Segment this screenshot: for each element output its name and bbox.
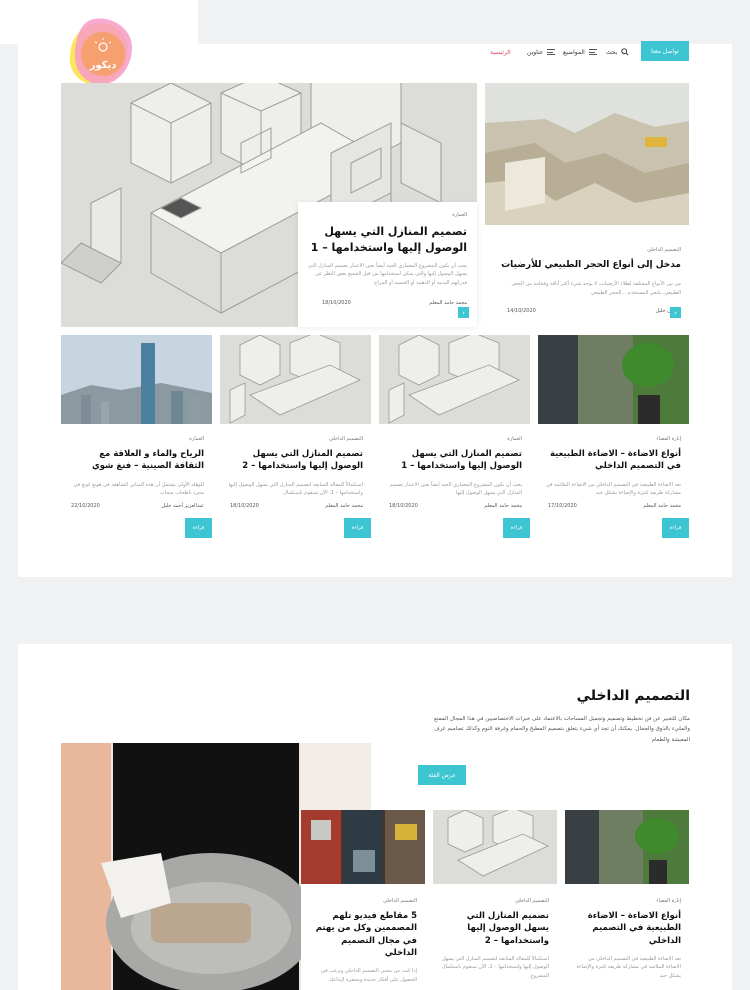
row-card-3-title[interactable]: تصميم المنازل التي يسهل الوصول إليها واس… xyxy=(387,448,522,473)
category-card-3-title[interactable]: أنواع الاضاءة – الاضاءة الطبيعية في التص… xyxy=(573,910,681,947)
category-card-2-title[interactable]: تصميم المنازل التي يسهل الوصول إليها واس… xyxy=(441,910,549,947)
featured-card-1-author[interactable]: محمد حامد المعلم xyxy=(429,300,467,306)
featured-card-2-arrow-button[interactable]: › xyxy=(670,307,681,318)
site-logo[interactable]: ديكور xyxy=(62,14,140,92)
featured-card-2-title[interactable]: مدخل إلى أنواع الحجر الطبيعي للأرضيات xyxy=(493,259,681,272)
featured-card-1[interactable]: العمارة تصميم المنازل التي يسهل الوصول إ… xyxy=(298,202,477,327)
row-card-4-category[interactable]: إنارة الفضاء xyxy=(546,436,681,442)
featured-card-2-date: 14/10/2020 xyxy=(507,308,536,315)
row-card-3-read-button[interactable]: قراءة xyxy=(503,518,530,538)
contact-button[interactable]: تواصل معنا xyxy=(641,41,689,61)
nav-addresses-label: عناوين xyxy=(527,48,544,56)
featured-card-1-arrow-button[interactable]: › xyxy=(458,307,469,318)
section-description: مكان للتعبير عن فن تخطيط وتصميم وتجميل ا… xyxy=(434,716,690,743)
row-card-4-excerpt: تعد الاضاءة الطبيعية في التصميم الداخلي … xyxy=(546,481,681,497)
section-title: التصميم الداخلي xyxy=(576,688,690,704)
featured-card-2-excerpt: من بين الأنواع المختلفة لطلاء الأرضيات، … xyxy=(511,281,681,296)
nav-home[interactable]: الرئيسية xyxy=(490,40,511,64)
menu-icon xyxy=(547,49,556,55)
nav-search[interactable]: بحث xyxy=(606,40,629,64)
category-card-2[interactable]: التصميم الداخلي تصميم المنازل التي يسهل … xyxy=(433,884,557,990)
row-card-3-date: 18/10/2020 xyxy=(389,502,418,509)
featured-card-1-date: 18/10/2020 xyxy=(322,299,351,306)
featured-card-2[interactable]: التصميم الداخلي مدخل إلى أنواع الحجر الط… xyxy=(485,225,689,327)
row-card-1-read-button[interactable]: قراءة xyxy=(185,518,212,538)
featured-image-stone[interactable] xyxy=(485,83,689,225)
category-card-3[interactable]: إنارة الفضاء أنواع الاضاءة – الاضاءة الط… xyxy=(565,884,689,990)
row-card-4-title[interactable]: أنواع الاضاءة – الاضاءة الطبيعية في التص… xyxy=(546,448,681,473)
nav-home-label: الرئيسية xyxy=(490,48,511,56)
nav-topics[interactable]: المواضيع xyxy=(563,40,597,64)
row-card-2-author[interactable]: محمد حامد المعلم xyxy=(325,503,363,509)
row-card-4-date: 17/10/2020 xyxy=(548,502,577,509)
nav-search-label: بحث xyxy=(606,48,618,56)
row-card-2-image[interactable] xyxy=(220,335,371,424)
featured-card-2-category[interactable]: التصميم الداخلي xyxy=(493,247,681,253)
featured-card-1-excerpt: يجب أن يكون المشروع المعماري الجيد أيضاً… xyxy=(308,262,467,286)
nav-addresses[interactable]: عناوين xyxy=(527,40,556,64)
featured-card-1-category[interactable]: العمارة xyxy=(308,212,467,218)
category-card-1-title[interactable]: 5 مقاطع فيديو تلهم المصممين وكل من يهتم … xyxy=(309,910,417,959)
featured-card-2-meta: 14/10/2020 نسرين خليل xyxy=(493,308,681,314)
row-card-3-excerpt: يجب أن يكون المشروع المعماري الجيد أيضاً… xyxy=(389,481,522,497)
category-card-3-image[interactable] xyxy=(565,810,689,884)
row-card-3-image[interactable] xyxy=(379,335,530,424)
nav-topics-label: المواضيع xyxy=(563,48,585,56)
category-card-2-image[interactable] xyxy=(433,810,557,884)
row-card-4-image[interactable] xyxy=(538,335,689,424)
category-card-1-excerpt: إذا كنت من محبي التصميم الداخلي وترغب في… xyxy=(321,968,417,983)
row-card-4-meta: 17/10/2020 محمد حامد المعلم xyxy=(546,503,681,509)
category-card-2-excerpt: استكمالاً للمقالة السابقة لتصميم المنازل… xyxy=(441,955,549,979)
logo-text: ديكور xyxy=(89,60,117,71)
row-card-3-meta: 18/10/2020 محمد حامد المعلم xyxy=(387,503,522,509)
row-card-2-category[interactable]: التصميم الداخلي xyxy=(228,436,363,442)
row-card-1-image[interactable] xyxy=(61,335,212,424)
row-card-1-author[interactable]: عبدالعزيز أحمد خليل xyxy=(161,503,204,509)
category-card-1[interactable]: التصميم الداخلي 5 مقاطع فيديو تلهم المصم… xyxy=(301,884,425,990)
row-card-2-excerpt: استكمالاً للمقالة السابقة لتصميم المنازل… xyxy=(228,481,363,497)
category-card-3-excerpt: تعد الاضاءة الطبيعية في التصميم الداخلي … xyxy=(576,955,681,979)
category-card-1-category[interactable]: التصميم الداخلي xyxy=(309,898,417,904)
row-card-2-date: 18/10/2020 xyxy=(230,502,259,509)
menu-icon xyxy=(588,49,597,55)
category-card-3-category[interactable]: إنارة الفضاء xyxy=(573,898,681,904)
featured-card-1-meta: 18/10/2020 محمد حامد المعلم xyxy=(308,300,467,306)
row-card-2-meta: 18/10/2020 محمد حامد المعلم xyxy=(228,503,363,509)
search-icon xyxy=(621,48,629,56)
row-card-1-date: 22/10/2020 xyxy=(71,502,100,509)
row-card-1-meta: 22/10/2020 عبدالعزيز أحمد خليل xyxy=(69,503,204,509)
category-card-2-category[interactable]: التصميم الداخلي xyxy=(441,898,549,904)
category-card-1-image[interactable] xyxy=(301,810,425,884)
row-card-1-excerpt: للوهلة الأولى يشتمل أن هذه المباني الشاه… xyxy=(73,481,205,497)
view-category-button[interactable]: عرض الفئة xyxy=(418,765,466,785)
row-card-3-author[interactable]: محمد حامد المعلم xyxy=(484,503,522,509)
row-card-1-category[interactable]: العمارة xyxy=(69,436,204,442)
row-card-2-title[interactable]: تصميم المنازل التي يسهل الوصول إليها واس… xyxy=(228,448,363,473)
row-card-1-title[interactable]: الرياح والماء و العلاقة مع الثقافة الصين… xyxy=(69,448,204,473)
featured-card-1-title[interactable]: تصميم المنازل التي يسهل الوصول إليها واس… xyxy=(308,224,467,256)
row-card-4-author[interactable]: محمد حامد المعلم xyxy=(643,503,681,509)
row-card-2-read-button[interactable]: قراءة xyxy=(344,518,371,538)
row-card-4-read-button[interactable]: قراءة xyxy=(662,518,689,538)
row-card-3-category[interactable]: العمارة xyxy=(387,436,522,442)
